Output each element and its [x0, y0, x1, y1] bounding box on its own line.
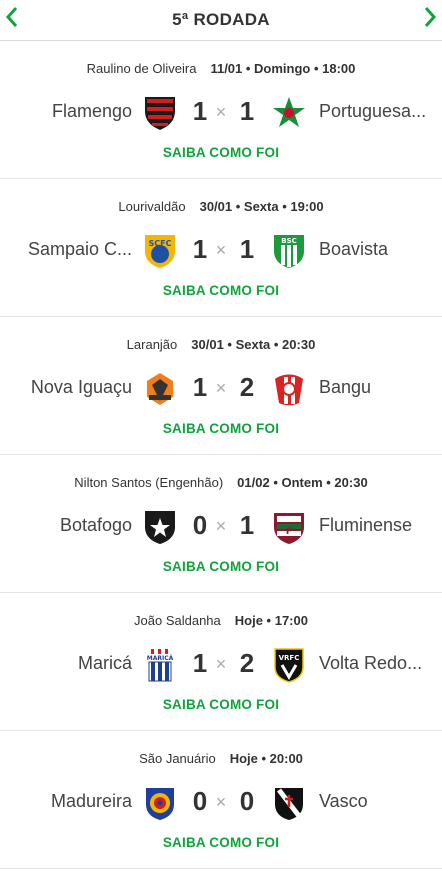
match-card: Laranjão 30/01 • Sexta • 20:30 Nova Iguaç… — [0, 317, 442, 455]
away-team-name: Fluminense — [319, 515, 413, 535]
away-score: 1 — [239, 96, 255, 126]
versus-icon: × — [215, 654, 227, 674]
match-details-link[interactable]: SAIBA COMO FOI — [0, 283, 442, 298]
round-title: 5ª RODADA — [172, 10, 270, 29]
home-team-name: Madureira — [50, 791, 132, 811]
away-score: 1 — [239, 234, 255, 264]
svg-text:F: F — [286, 527, 292, 537]
match-info: São Januário Hoje • 20:00 — [0, 751, 442, 766]
home-score: 1 — [192, 234, 208, 264]
boavista-crest-icon: BSC — [271, 233, 307, 269]
chevron-right-icon — [424, 7, 437, 27]
match-datetime: 01/02 • Ontem • 20:30 — [237, 475, 368, 490]
versus-icon: × — [215, 378, 227, 398]
match-details-link[interactable]: SAIBA COMO FOI — [0, 697, 442, 712]
match-datetime: 11/01 • Domingo • 18:00 — [210, 61, 356, 76]
nova-iguacu-crest-icon — [142, 371, 178, 407]
portuguesa-crest-icon — [271, 95, 307, 131]
match-info: Lourivaldão 30/01 • Sexta • 19:00 — [0, 199, 442, 214]
match-datetime: Hoje • 17:00 — [234, 613, 308, 628]
versus-icon: × — [215, 102, 227, 122]
away-score: 1 — [239, 510, 255, 540]
home-team-name: Botafogo — [59, 515, 132, 535]
away-team-name: Volta Redo... — [319, 653, 423, 673]
crest-text: VRFC — [279, 654, 300, 662]
match-card: João Saldanha Hoje • 17:00 Maricá MARICÁ … — [0, 593, 442, 731]
away-team-name: Vasco — [319, 791, 368, 811]
chevron-left-icon — [5, 7, 18, 27]
home-team-name: Flamengo — [51, 101, 132, 121]
stadium-name: Nilton Santos (Engenhão) — [74, 475, 224, 490]
bangu-crest-icon — [271, 371, 307, 407]
marica-crest-icon: MARICÁ — [142, 647, 178, 683]
crest-text: MARICÁ — [147, 655, 174, 662]
scoreboard: Madureira 0 × 0 Vasco — [0, 783, 442, 823]
away-team-name: Portuguesa... — [319, 101, 427, 121]
scoreboard: Maricá MARICÁ 1 × 2 VRFC Volta Redo... — [0, 645, 442, 685]
vasco-crest-icon — [271, 785, 307, 821]
home-team-name: Nova Iguaçu — [30, 377, 132, 397]
flamengo-crest-icon — [142, 95, 178, 131]
sampaio-correa-crest-icon: SCFC — [142, 233, 178, 269]
home-score: 1 — [192, 96, 208, 126]
match-card: Raulino de Oliveira 11/01 • Domingo • 18:… — [0, 41, 442, 179]
match-card: Lourivaldão 30/01 • Sexta • 19:00 Sampaio… — [0, 179, 442, 317]
round-header: 5ª RODADA — [0, 0, 442, 41]
away-score: 2 — [239, 372, 255, 402]
next-round-button[interactable] — [418, 4, 442, 30]
stadium-name: São Januário — [139, 751, 216, 766]
versus-icon: × — [215, 516, 227, 536]
match-details-link[interactable]: SAIBA COMO FOI — [0, 145, 442, 160]
match-details-link[interactable]: SAIBA COMO FOI — [0, 421, 442, 436]
crest-text: SCFC — [149, 239, 172, 248]
away-team-name: Boavista — [319, 239, 389, 259]
versus-icon: × — [215, 240, 227, 260]
volta-redonda-crest-icon: VRFC — [271, 647, 307, 683]
scoreboard: Flamengo 1 × 1 Portuguesa... — [0, 93, 442, 133]
stadium-name: Lourivaldão — [118, 199, 186, 214]
match-datetime: Hoje • 20:00 — [229, 751, 303, 766]
match-datetime: 30/01 • Sexta • 20:30 — [191, 337, 316, 352]
home-score: 1 — [192, 648, 208, 678]
fluminense-crest-icon: F — [271, 509, 307, 545]
madureira-crest-icon — [142, 785, 178, 821]
home-score: 0 — [192, 510, 208, 540]
home-score: 0 — [192, 786, 208, 816]
match-card: Nilton Santos (Engenhão) 01/02 • Ontem • … — [0, 455, 442, 593]
away-score: 2 — [239, 648, 255, 678]
match-info: Laranjão 30/01 • Sexta • 20:30 — [0, 337, 442, 352]
match-info: Nilton Santos (Engenhão) 01/02 • Ontem • … — [0, 475, 442, 490]
match-info: Raulino de Oliveira 11/01 • Domingo • 18:… — [0, 61, 442, 76]
stadium-name: Raulino de Oliveira — [86, 61, 197, 76]
away-team-name: Bangu — [319, 377, 372, 397]
stadium-name: João Saldanha — [134, 613, 221, 628]
scoreboard: Botafogo 0 × 1 F Fluminense — [0, 507, 442, 547]
crest-text: BSC — [281, 237, 297, 245]
versus-icon: × — [215, 792, 227, 812]
match-datetime: 30/01 • Sexta • 19:00 — [199, 199, 324, 214]
match-info: João Saldanha Hoje • 17:00 — [0, 613, 442, 628]
match-card: São Januário Hoje • 20:00 Madureira 0 × 0… — [0, 731, 442, 869]
home-team-name: Maricá — [77, 653, 132, 673]
away-score: 0 — [239, 786, 255, 816]
home-team-name: Sampaio C... — [27, 239, 132, 259]
match-details-link[interactable]: SAIBA COMO FOI — [0, 835, 442, 850]
botafogo-crest-icon — [142, 509, 178, 545]
stadium-name: Laranjão — [126, 337, 178, 352]
scoreboard: Nova Iguaçu 1 × 2 Bangu — [0, 369, 442, 409]
home-score: 1 — [192, 372, 208, 402]
prev-round-button[interactable] — [0, 4, 24, 30]
match-details-link[interactable]: SAIBA COMO FOI — [0, 559, 442, 574]
scoreboard: Sampaio C... SCFC 1 × 1 BSC Boavista — [0, 231, 442, 271]
